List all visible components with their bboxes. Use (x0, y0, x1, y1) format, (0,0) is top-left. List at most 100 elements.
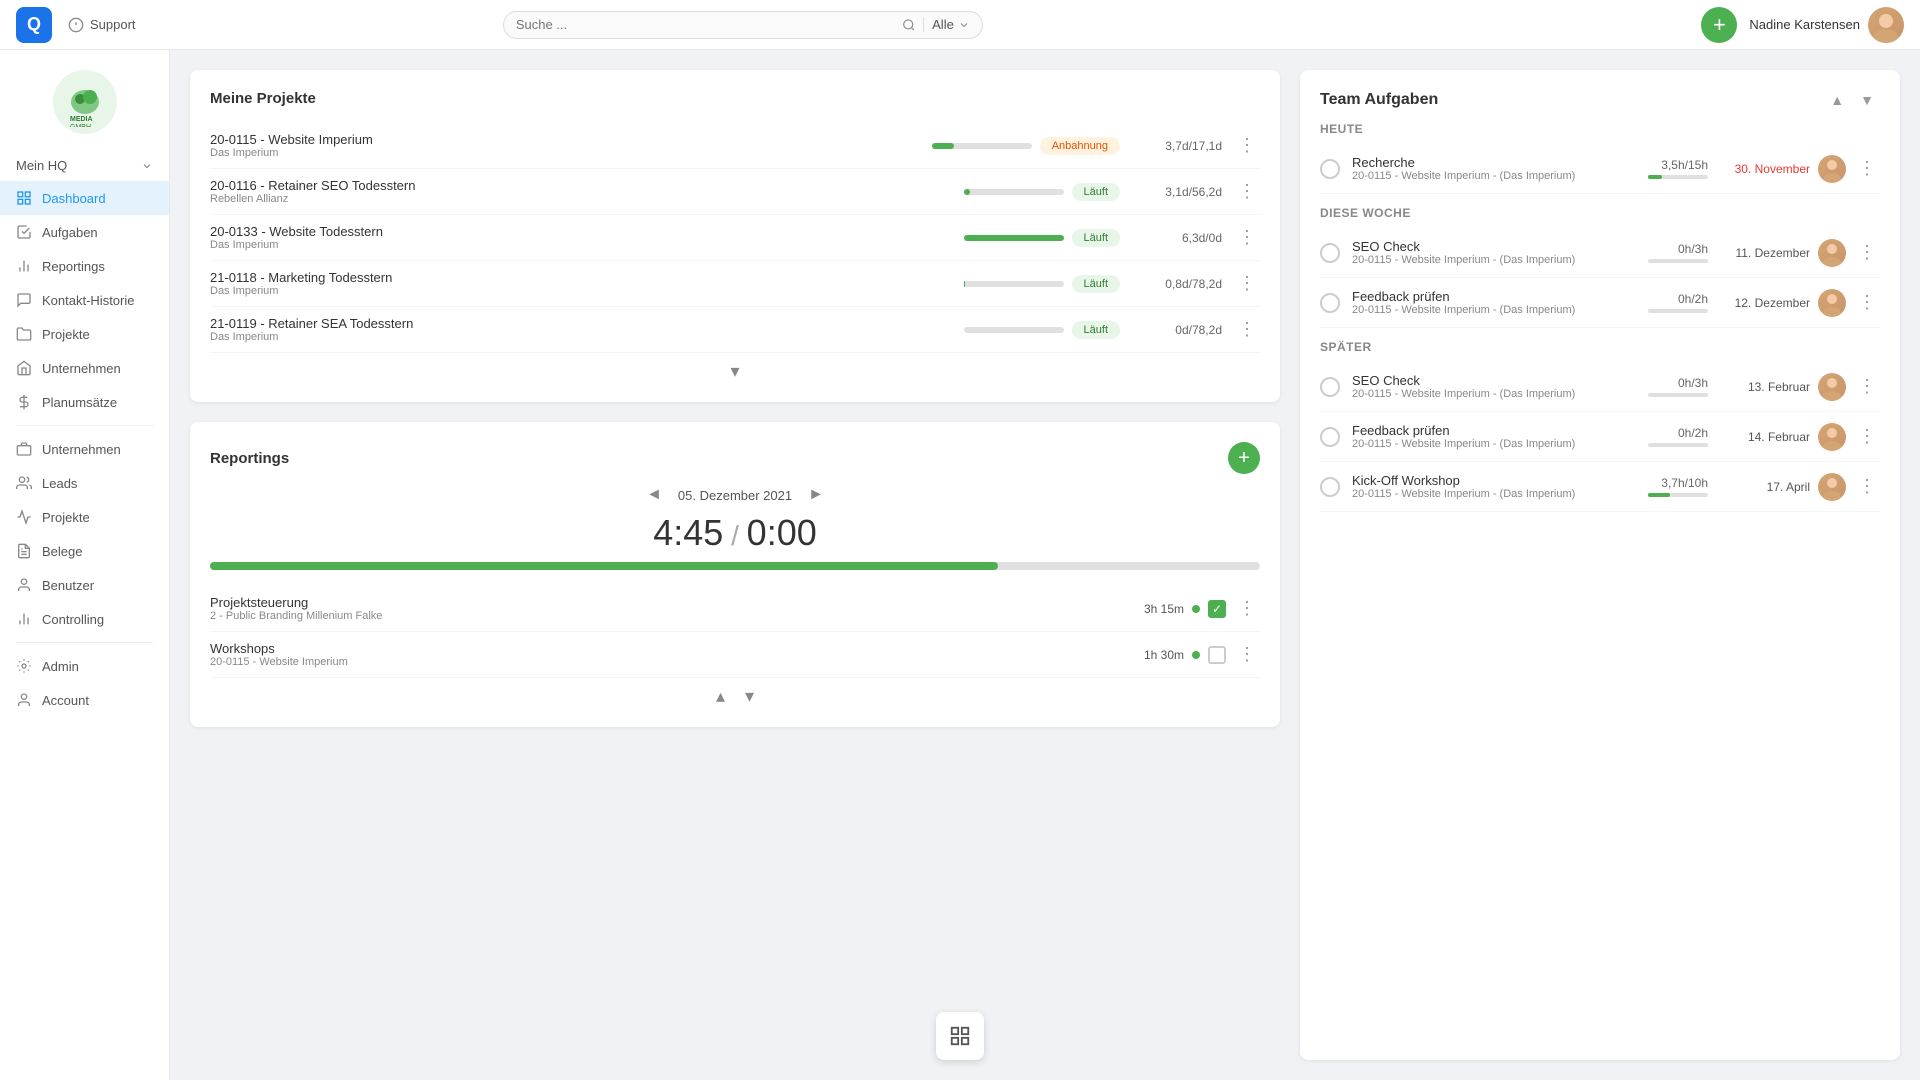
support-icon (68, 17, 84, 33)
sidebar-item-belege[interactable]: Belege (0, 534, 169, 568)
reporting-time: 3h 15m (1144, 602, 1184, 616)
reportings-time-display: 4:45 / 0:00 (210, 512, 1260, 554)
company-logo: MEDIA GMBH (53, 70, 117, 134)
sidebar-item-account[interactable]: Account (0, 683, 169, 717)
task-menu-btn[interactable]: ⋮ (1854, 288, 1880, 317)
sidebar-item-mein-hq[interactable]: Mein HQ (0, 150, 169, 181)
sidebar-item-reportings[interactable]: Reportings (0, 249, 169, 283)
team-nav-down[interactable]: ▼ (1854, 90, 1880, 110)
task-checkbox[interactable] (1320, 477, 1340, 497)
project-menu-btn[interactable]: ⋮ (1234, 131, 1260, 160)
team-section: Später SEO Check 20-0115 - Website Imper… (1320, 340, 1880, 512)
meine-projekte-title: Meine Projekte (210, 90, 1260, 107)
project-status-area: Läuft (964, 229, 1120, 247)
project-name: 20-0133 - Website Todesstern (210, 224, 964, 239)
task-avatar (1818, 289, 1846, 317)
project-row: 20-0133 - Website Todesstern Das Imperiu… (210, 215, 1260, 261)
task-row: Kick-Off Workshop 20-0115 - Website Impe… (1320, 462, 1880, 512)
task-name: Recherche (1352, 155, 1626, 170)
task-time-info: 0h/3h (1638, 376, 1708, 397)
kontakt-icon (16, 292, 32, 308)
team-nav-up[interactable]: ▲ (1824, 90, 1850, 110)
search-input[interactable] (516, 17, 902, 32)
reporting-checkbox[interactable] (1208, 646, 1226, 664)
project-status-area: Läuft (964, 183, 1120, 201)
project-menu-btn[interactable]: ⋮ (1234, 223, 1260, 252)
project-menu-btn[interactable]: ⋮ (1234, 315, 1260, 344)
reportings-date: 05. Dezember 2021 (678, 488, 792, 503)
task-menu-btn[interactable]: ⋮ (1854, 472, 1880, 501)
task-time-info: 0h/3h (1638, 242, 1708, 263)
grid-button[interactable] (936, 1012, 984, 1060)
project-progress-bar (964, 327, 1064, 333)
reportings-collapse-btn[interactable]: ▴ (716, 686, 725, 707)
project-progress-bar (932, 143, 1032, 149)
account-icon (16, 692, 32, 708)
task-avatar (1818, 473, 1846, 501)
task-row: SEO Check 20-0115 - Website Imperium - (… (1320, 362, 1880, 412)
task-checkbox[interactable] (1320, 377, 1340, 397)
user-info[interactable]: Nadine Karstensen (1749, 7, 1904, 43)
sidebar-item-aufgaben[interactable]: Aufgaben (0, 215, 169, 249)
support-link[interactable]: Support (68, 17, 136, 33)
task-avatar (1818, 155, 1846, 183)
task-menu-btn[interactable]: ⋮ (1854, 422, 1880, 451)
benutzer-icon (16, 577, 32, 593)
task-name: Kick-Off Workshop (1352, 473, 1626, 488)
sidebar-item-admin[interactable]: Admin (0, 649, 169, 683)
task-avatar (1818, 373, 1846, 401)
task-menu-btn[interactable]: ⋮ (1854, 372, 1880, 401)
sidebar-item-benutzer[interactable]: Benutzer (0, 568, 169, 602)
reporting-info: Workshops 20-0115 - Website Imperium (210, 641, 1144, 668)
task-info: Recherche 20-0115 - Website Imperium - (… (1352, 155, 1626, 182)
search-filter-dropdown[interactable]: Alle (923, 17, 970, 32)
project-status-area: Anbahnung (932, 137, 1120, 155)
reportings-expand-btn[interactable]: ▾ (745, 686, 754, 707)
sidebar-item-planumstatze[interactable]: Planumsätze (0, 385, 169, 419)
task-info: SEO Check 20-0115 - Website Imperium - (… (1352, 239, 1626, 266)
sidebar-item-dashboard[interactable]: Dashboard (0, 181, 169, 215)
project-menu-btn[interactable]: ⋮ (1234, 269, 1260, 298)
task-project: 20-0115 - Website Imperium - (Das Imperi… (1352, 170, 1626, 182)
sidebar-item-projekte-top[interactable]: Projekte (0, 317, 169, 351)
sidebar-item-leads[interactable]: Leads (0, 466, 169, 500)
reportings-add-btn[interactable]: + (1228, 442, 1260, 474)
date-next-btn[interactable]: ► (808, 486, 824, 504)
task-menu-btn[interactable]: ⋮ (1854, 154, 1880, 183)
project-menu-btn[interactable]: ⋮ (1234, 177, 1260, 206)
task-info: Feedback prüfen 20-0115 - Website Imperi… (1352, 289, 1626, 316)
project-row: 20-0115 - Website Imperium Das Imperium … (210, 123, 1260, 169)
project-row: 20-0116 - Retainer SEO Todesstern Rebell… (210, 169, 1260, 215)
task-menu-btn[interactable]: ⋮ (1854, 238, 1880, 267)
project-client: Das Imperium (210, 285, 964, 297)
project-row: 21-0118 - Marketing Todesstern Das Imper… (210, 261, 1260, 307)
grid-icon (949, 1025, 971, 1047)
sidebar-item-unternehmen-top[interactable]: Unternehmen (0, 351, 169, 385)
right-panel: Team Aufgaben ▲ ▼ Heute Recherche 20-011… (1300, 50, 1920, 1080)
sidebar-item-projekte[interactable]: Projekte (0, 500, 169, 534)
projekte-icon (16, 509, 32, 525)
date-prev-btn[interactable]: ◄ (646, 486, 662, 504)
reporting-menu-btn[interactable]: ⋮ (1234, 594, 1260, 623)
task-progress-bar (1648, 259, 1708, 263)
project-status-area: Läuft (964, 275, 1120, 293)
task-checkbox[interactable] (1320, 159, 1340, 179)
project-client: Das Imperium (210, 239, 964, 251)
sidebar-item-controlling[interactable]: Controlling (0, 602, 169, 636)
reporting-menu-btn[interactable]: ⋮ (1234, 640, 1260, 669)
projects-expand-btn[interactable]: ▾ (730, 361, 739, 382)
task-progress-bar (1648, 309, 1708, 313)
reporting-checkbox[interactable]: ✓ (1208, 600, 1226, 618)
sidebar-item-kontakt-historie[interactable]: Kontakt-Historie (0, 283, 169, 317)
unternehmen-top-icon (16, 360, 32, 376)
task-checkbox[interactable] (1320, 243, 1340, 263)
task-time-info: 3,5h/15h (1638, 158, 1708, 179)
project-status-area: Läuft (964, 321, 1120, 339)
task-checkbox[interactable] (1320, 293, 1340, 313)
task-checkbox[interactable] (1320, 427, 1340, 447)
sidebar-item-unternehmen[interactable]: Unternehmen (0, 432, 169, 466)
unternehmen-icon (16, 441, 32, 457)
topbar-logo: Q (16, 7, 52, 43)
add-button[interactable]: + (1701, 7, 1737, 43)
task-progress-bar (1648, 175, 1708, 179)
